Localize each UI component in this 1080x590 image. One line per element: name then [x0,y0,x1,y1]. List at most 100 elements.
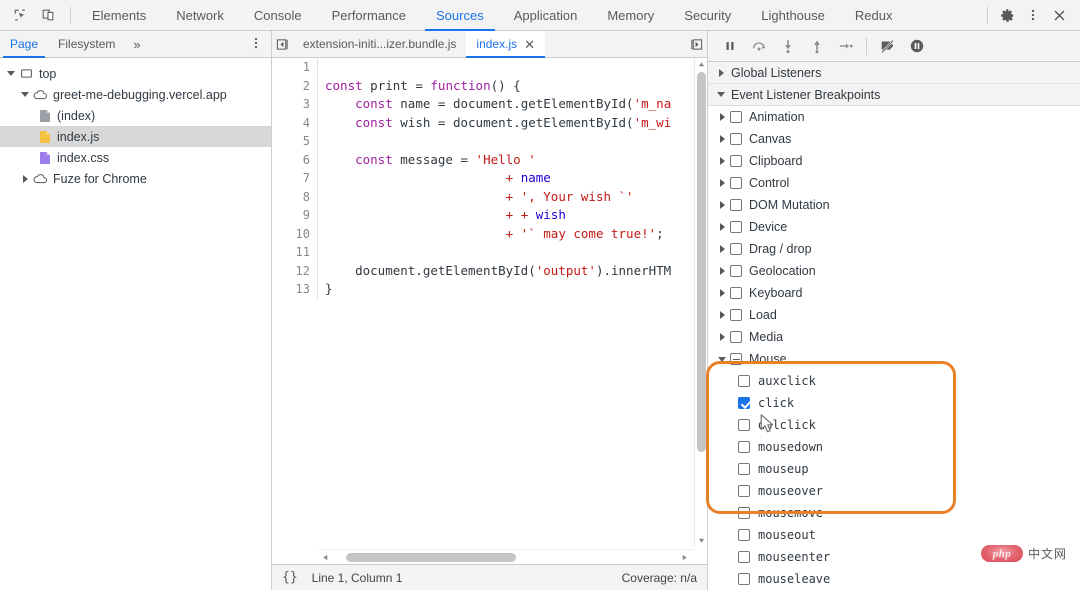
line-number[interactable]: 2 [272,76,318,95]
step-into-button[interactable] [774,34,801,59]
chevron-down-icon[interactable] [714,92,728,97]
breakpoint-checkbox[interactable] [738,463,750,475]
breakpoint-checkbox[interactable] [738,441,750,453]
chevron-right-icon[interactable] [714,245,730,253]
code-line-text[interactable]: + ', Your wish `' [318,188,634,207]
code-line-text[interactable]: const name = document.getElementById('m_… [318,95,671,114]
tab-performance[interactable]: Performance [317,0,421,31]
breakpoint-checkbox[interactable] [738,485,750,497]
breakpoint-group-row[interactable]: Clipboard [708,150,1080,172]
breakpoint-event-row[interactable]: mouseover [708,480,1080,502]
chevron-down-icon[interactable] [714,356,730,362]
chevron-right-icon[interactable] [18,174,32,183]
breakpoint-checkbox[interactable] [730,133,742,145]
code-line-text[interactable] [318,243,325,262]
chevron-right-icon[interactable] [714,179,730,187]
step-out-button[interactable] [803,34,830,59]
breakpoint-event-row[interactable]: mouseleave [708,568,1080,590]
breakpoint-checkbox[interactable] [738,529,750,541]
deactivate-breakpoints-button[interactable] [874,34,901,59]
pause-on-exceptions-button[interactable] [903,34,930,59]
breakpoint-group-row[interactable]: Media [708,326,1080,348]
chevron-right-icon[interactable] [714,311,730,319]
breakpoint-group-row[interactable]: Control [708,172,1080,194]
scroll-right-icon[interactable] [677,554,692,561]
step-button[interactable] [832,34,859,59]
editor-hscroll-thumb[interactable] [346,552,516,562]
tree-item-index-css[interactable]: index.css [0,147,271,168]
breakpoint-checkbox[interactable] [738,397,750,409]
resume-script-button[interactable] [716,34,743,59]
nav-more-tabs-button[interactable]: » [125,37,148,52]
breakpoint-checkbox[interactable] [730,243,742,255]
line-number[interactable]: 9 [272,206,318,225]
breakpoint-group-row[interactable]: Device [708,216,1080,238]
editor-scroll-thumb[interactable] [697,72,706,452]
breakpoint-checkbox[interactable] [730,155,742,167]
tree-item-index-js[interactable]: index.js [0,126,271,147]
breakpoint-checkbox[interactable] [738,375,750,387]
previous-tab-button[interactable] [272,31,293,58]
breakpoint-checkbox[interactable] [738,573,750,585]
code-line-text[interactable]: const message = 'Hello ' [318,151,536,170]
editor-horizontal-scrollbar[interactable] [318,549,694,564]
breakpoint-event-row[interactable]: click [708,392,1080,414]
chevron-down-icon[interactable] [4,71,18,76]
scroll-up-icon[interactable] [695,58,707,71]
code-line-text[interactable]: const wish = document.getElementById('m_… [318,114,671,133]
pretty-print-button[interactable]: {} [282,570,298,585]
breakpoint-checkbox[interactable] [738,551,750,563]
tab-redux[interactable]: Redux [840,0,908,31]
line-number[interactable]: 5 [272,132,318,151]
breakpoint-event-row[interactable]: mousemove [708,502,1080,524]
chevron-right-icon[interactable] [714,267,730,275]
close-icon[interactable] [1046,3,1072,27]
chevron-right-icon[interactable] [714,201,730,209]
inspect-element-icon[interactable] [7,3,33,27]
chevron-right-icon[interactable] [714,289,730,297]
kebab-menu-icon[interactable] [1020,3,1046,27]
nav-tab-page[interactable]: Page [0,31,48,58]
line-number[interactable]: 10 [272,224,318,243]
code-line-text[interactable]: const print = function() { [318,77,521,96]
breakpoint-checkbox[interactable] [730,199,742,211]
code-line-text[interactable]: + + wish [318,206,566,225]
scroll-left-icon[interactable] [318,554,333,561]
chevron-right-icon[interactable] [714,223,730,231]
tab-application[interactable]: Application [499,0,593,31]
code-line-text[interactable]: document.getElementById('output').innerH… [318,262,671,281]
line-number[interactable]: 11 [272,243,318,262]
scroll-down-icon[interactable] [695,534,707,547]
line-number[interactable]: 3 [272,95,318,114]
tree-item-top[interactable]: top [0,63,271,84]
breakpoint-event-row[interactable]: mouseup [708,458,1080,480]
breakpoint-event-row[interactable]: dblclick [708,414,1080,436]
tree-item-fuze-for-chrome[interactable]: Fuze for Chrome [0,168,271,189]
chevron-right-icon[interactable] [714,333,730,341]
breakpoint-group-row[interactable]: Drag / drop [708,238,1080,260]
code-line-text[interactable]: + name [318,169,551,188]
breakpoint-group-row[interactable]: Mouse [708,348,1080,370]
code-line-text[interactable] [318,58,325,77]
next-tab-button[interactable] [686,31,707,58]
section-global-listeners[interactable]: Global Listeners [708,62,1080,84]
breakpoint-group-row[interactable]: DOM Mutation [708,194,1080,216]
breakpoint-group-row[interactable]: Geolocation [708,260,1080,282]
close-tab-icon[interactable]: ✕ [524,38,535,51]
breakpoint-checkbox[interactable] [738,507,750,519]
editor-tab-index-js[interactable]: index.js ✕ [466,30,546,58]
chevron-right-icon[interactable] [714,68,728,77]
line-number[interactable]: 6 [272,150,318,169]
breakpoint-checkbox[interactable] [730,111,742,123]
line-number[interactable]: 8 [272,187,318,206]
line-number[interactable]: 4 [272,113,318,132]
editor-tab-extension-bundle[interactable]: extension-initi...izer.bundle.js [293,31,466,58]
editor-vertical-scrollbar[interactable] [694,58,707,547]
line-number[interactable]: 1 [272,58,318,77]
tree-item-index-html[interactable]: (index) [0,105,271,126]
step-over-button[interactable] [745,34,772,59]
breakpoint-event-row[interactable]: mouseout [708,524,1080,546]
breakpoint-group-row[interactable]: Keyboard [708,282,1080,304]
settings-gear-icon[interactable] [994,3,1020,27]
tab-lighthouse[interactable]: Lighthouse [746,0,840,31]
